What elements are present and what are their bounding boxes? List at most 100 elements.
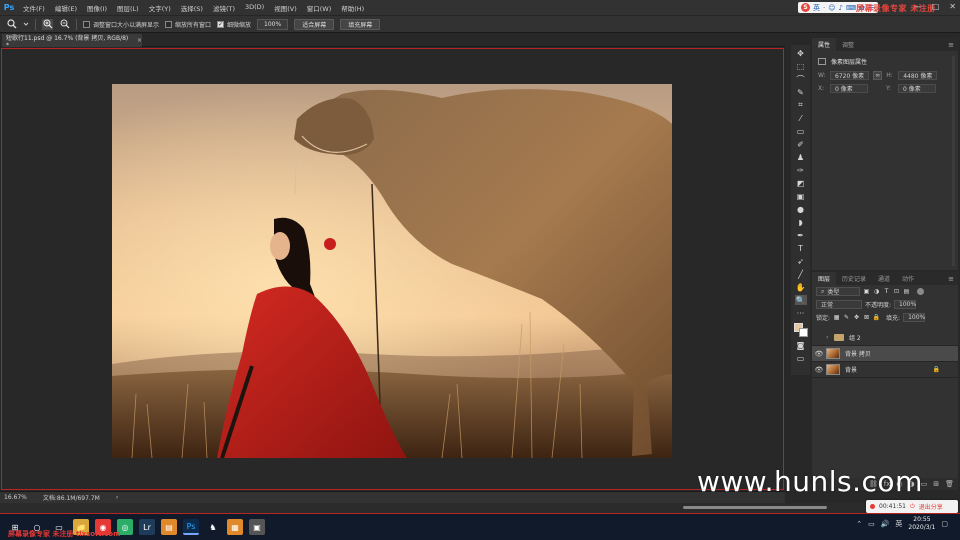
menu-item-0[interactable]: 文件(F) (18, 3, 50, 13)
notification-icon[interactable]: ▢ (941, 520, 948, 528)
scrubby-zoom-checkbox[interactable]: ✓ 细微缩放 (217, 20, 251, 29)
tab-adjustments[interactable]: 调整 (836, 38, 860, 51)
tab-properties[interactable]: 属性 (812, 38, 837, 51)
marquee-tool-icon[interactable]: ⬚ (795, 61, 807, 71)
zoom-tool-icon[interactable]: 🔍 (794, 295, 807, 305)
stop-icon[interactable]: ⏻ (910, 503, 915, 511)
pen-tool-icon[interactable]: ✒ (795, 230, 807, 240)
zoom-out-icon[interactable] (59, 19, 70, 30)
y-field[interactable]: 0 像素 (898, 84, 936, 93)
maximize-button[interactable]: □ (932, 2, 940, 11)
zoom-100-button[interactable]: 100% (257, 18, 289, 30)
fit-screen-button[interactable]: 适合屏幕 (294, 18, 335, 30)
quick-select-tool-icon[interactable]: ✎ (795, 87, 807, 97)
zoom-in-icon[interactable] (42, 18, 53, 30)
chess-icon[interactable]: ♞ (205, 519, 221, 535)
filter-pixel-icon[interactable]: ▣ (863, 288, 870, 295)
lock-artboard-icon[interactable]: ⊠ (863, 314, 870, 321)
chevron-down-icon[interactable] (23, 19, 29, 30)
brush-tool-icon[interactable]: ✐ (795, 139, 807, 149)
type-tool-icon[interactable]: T (795, 243, 807, 253)
network-icon[interactable]: ▭ (868, 520, 875, 528)
panel-menu-icon[interactable]: ≡ (948, 275, 954, 283)
filter-toggle[interactable] (917, 288, 924, 295)
photoshop-icon[interactable]: Ps (183, 519, 199, 535)
checkbox-box-checked[interactable]: ✓ (217, 20, 225, 28)
spot-heal-tool-icon[interactable]: ▭ (795, 126, 807, 136)
zoom-readout[interactable]: 16.67% (4, 494, 27, 501)
ime-icon-3[interactable]: ♪ (839, 4, 843, 12)
fill-screen-button[interactable]: 填充屏幕 (340, 18, 381, 30)
menu-item-6[interactable]: 滤镜(T) (208, 3, 240, 13)
tab-layers[interactable]: 图层 (812, 272, 837, 285)
filter-type-icon[interactable]: T (883, 288, 890, 295)
filter-type-dropdown[interactable]: ⌕ 类型 (816, 287, 860, 296)
trash-icon[interactable]: 🗑 (945, 480, 954, 488)
path-select-tool-icon[interactable]: ➶ (795, 256, 807, 266)
panel-menu-icon[interactable]: ≡ (948, 41, 954, 49)
menu-item-5[interactable]: 选择(S) (176, 3, 208, 13)
close-tab-icon[interactable]: × (137, 37, 142, 44)
lock-all-icon[interactable]: 🔒 (873, 314, 880, 321)
x-field[interactable]: 0 像素 (830, 84, 868, 93)
lightroom-icon[interactable]: Lr (139, 519, 155, 535)
tab-actions[interactable]: 动作 (896, 272, 920, 285)
app-icon[interactable]: ▤ (161, 519, 177, 535)
properties-scrollbar[interactable] (952, 56, 955, 266)
filter-smart-icon[interactable]: ▤ (903, 288, 910, 295)
ime-language[interactable]: 英 (813, 3, 820, 13)
filter-adjust-icon[interactable]: ◑ (873, 288, 880, 295)
stamp-tool-icon[interactable]: ♟ (795, 152, 807, 162)
screen-recorder-icon[interactable]: ▣ (249, 519, 265, 535)
chevron-up-icon[interactable]: ⌃ (856, 520, 862, 528)
crop-tool-icon[interactable]: ⌗ (795, 100, 807, 110)
height-field[interactable]: 4480 像素 (898, 71, 938, 80)
blur-tool-icon[interactable]: ● (795, 204, 807, 214)
lock-position-icon[interactable]: ✥ (853, 314, 860, 321)
scrollbar-thumb[interactable] (683, 506, 827, 509)
lasso-tool-icon[interactable]: ⌒ (795, 74, 807, 84)
new-layer-icon[interactable]: ⊞ (933, 480, 939, 488)
menu-item-9[interactable]: 窗口(W) (302, 3, 337, 13)
clock[interactable]: 20:55 2020/3/1 (908, 516, 935, 532)
document-tab[interactable]: 短歌行11.psd @ 16.7% (背景 拷贝, RGB/8) * × (2, 34, 142, 49)
menu-item-10[interactable]: 帮助(H) (336, 3, 369, 13)
eyedropper-tool-icon[interactable]: ⁄ (795, 113, 807, 123)
menu-item-2[interactable]: 图像(I) (82, 3, 112, 13)
line-tool-icon[interactable]: ╱ (795, 269, 807, 279)
tab-history[interactable]: 历史记录 (836, 272, 872, 285)
layer-background-copy[interactable]: 👁 背景 拷贝 (812, 346, 958, 362)
menu-item-1[interactable]: 编辑(E) (50, 3, 82, 13)
layer-background[interactable]: 👁 背景 🔒 (812, 362, 958, 378)
more-tools-icon[interactable]: ··· (795, 308, 807, 318)
ime-indicator[interactable]: 英 (895, 519, 902, 529)
gradient-tool-icon[interactable]: ▣ (795, 191, 807, 201)
eraser-tool-icon[interactable]: ◩ (795, 178, 807, 188)
exit-share-button[interactable]: 退出分享 (919, 502, 943, 511)
lock-pixels-icon[interactable]: ✎ (843, 314, 850, 321)
move-tool-icon[interactable]: ✥ (795, 48, 807, 58)
tab-channels[interactable]: 通道 (872, 272, 896, 285)
horizontal-scrollbar[interactable] (0, 503, 960, 513)
minimize-button[interactable]: — (914, 2, 922, 11)
layer-group-2[interactable]: › 组 2 (812, 330, 958, 346)
menu-item-7[interactable]: 3D(D) (240, 3, 269, 13)
menu-item-3[interactable]: 图层(L) (112, 3, 144, 13)
blend-mode-dropdown[interactable]: 正常 (816, 300, 862, 309)
menu-item-4[interactable]: 文字(Y) (144, 3, 176, 13)
width-field[interactable]: 6720 像素 (830, 71, 870, 80)
link-icon[interactable]: ∞ (873, 71, 883, 80)
resize-windows-checkbox[interactable]: 调整窗口大小以满屏显示 (83, 20, 159, 29)
fill-field[interactable]: 100% (903, 313, 925, 322)
lock-transparent-icon[interactable]: ▦ (833, 314, 840, 321)
quick-mask-icon[interactable]: ◙ (795, 340, 807, 350)
opacity-field[interactable]: 100% (894, 300, 916, 309)
app-icon-2[interactable]: ▦ (227, 519, 243, 535)
zoom-all-windows-checkbox[interactable]: 缩放所有窗口 (165, 20, 211, 29)
volume-icon[interactable]: 🔊 (881, 520, 890, 528)
filter-shape-icon[interactable]: ⊡ (893, 288, 900, 295)
screen-mode-icon[interactable]: ▭ (795, 353, 807, 363)
menu-item-8[interactable]: 视图(V) (269, 3, 302, 13)
ime-icon-2[interactable]: ☺ (828, 4, 835, 12)
eye-icon[interactable]: 👁 (812, 366, 826, 374)
